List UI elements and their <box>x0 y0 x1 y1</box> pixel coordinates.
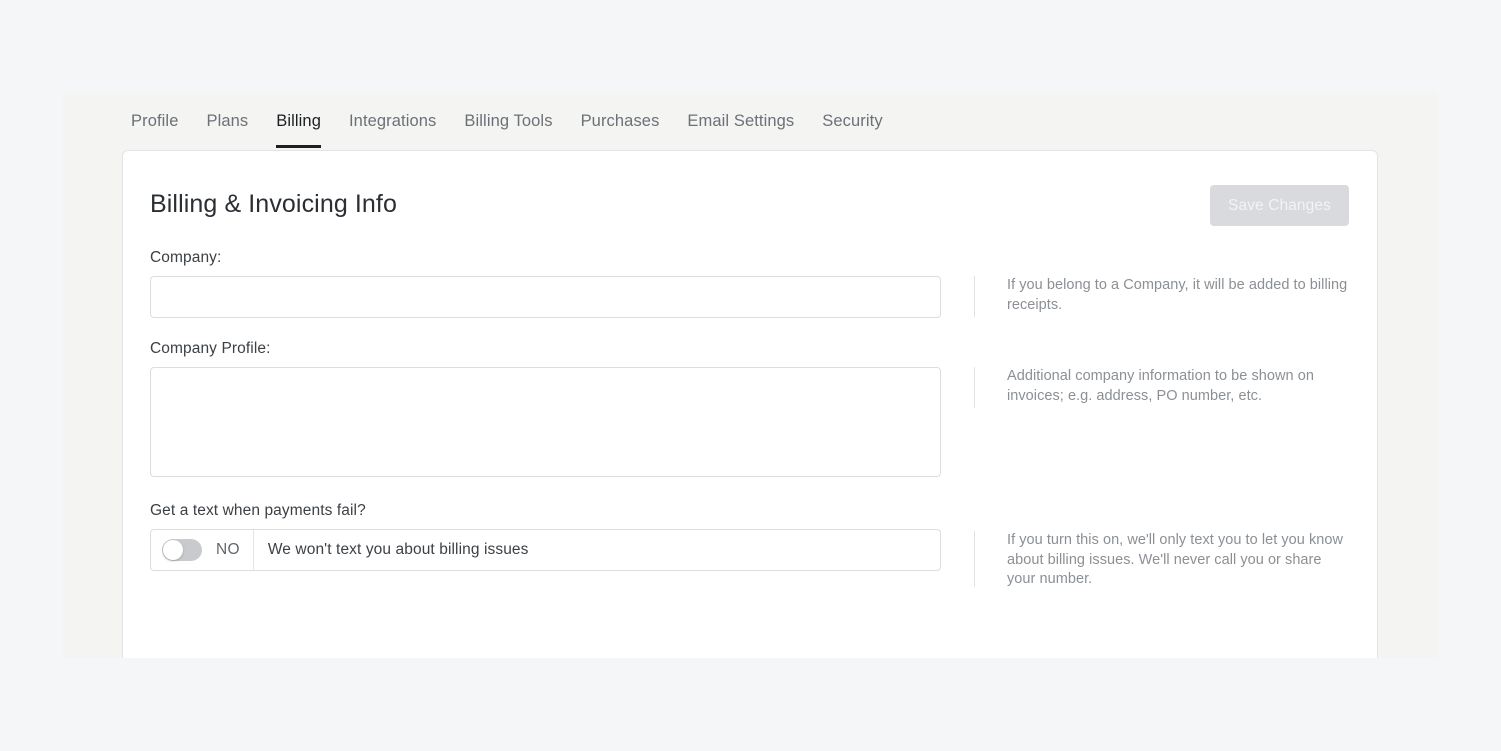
company-profile-label: Company Profile: <box>150 340 271 357</box>
sms-alerts-message: We won't text you about billing issues <box>267 541 529 558</box>
sms-alerts-help-text: If you turn this on, we'll only text you… <box>1007 532 1344 587</box>
tab-billing-tools[interactable]: Billing Tools <box>464 92 552 148</box>
help-divider <box>974 367 975 408</box>
tab-security[interactable]: Security <box>822 92 882 148</box>
company-profile-field-left: Company Profile: <box>150 340 942 477</box>
sms-alerts-toggle[interactable]: NO <box>151 530 254 570</box>
company-profile-field-block: Company Profile: Additional company info… <box>150 340 1349 477</box>
help-divider <box>974 531 975 587</box>
company-input[interactable] <box>150 276 941 318</box>
tab-billing[interactable]: Billing <box>276 92 321 148</box>
company-profile-textarea[interactable] <box>150 367 941 477</box>
page-title: Billing & Invoicing Info <box>150 190 397 218</box>
sms-alerts-toggle-state: NO <box>216 541 240 558</box>
billing-settings-card: Billing & Invoicing Info Save Changes Co… <box>122 150 1378 658</box>
sms-alerts-label: Get a text when payments fail? <box>150 502 366 519</box>
company-profile-help-area: Additional company information to be sho… <box>942 340 1349 408</box>
company-field-left: Company: <box>150 249 942 318</box>
card-header: Billing & Invoicing Info Save Changes <box>150 185 1349 243</box>
company-help-area: If you belong to a Company, it will be a… <box>942 249 1349 317</box>
company-profile-help-text: Additional company information to be sho… <box>1007 368 1314 404</box>
help-divider <box>974 276 975 317</box>
card-content: Billing & Invoicing Info Save Changes Co… <box>123 151 1377 658</box>
tab-plans[interactable]: Plans <box>206 92 248 148</box>
tab-integrations[interactable]: Integrations <box>349 92 436 148</box>
toggle-track-icon <box>162 539 202 561</box>
save-changes-button[interactable]: Save Changes <box>1210 185 1349 226</box>
settings-tab-bar: Profile Plans Billing Integrations Billi… <box>63 92 1438 150</box>
toggle-knob-icon <box>163 540 183 560</box>
company-help-text: If you belong to a Company, it will be a… <box>1007 277 1348 313</box>
sms-alerts-help-area: If you turn this on, we'll only text you… <box>942 502 1349 590</box>
company-field-block: Company: If you belong to a Company, it … <box>150 249 1349 318</box>
tab-email-settings[interactable]: Email Settings <box>687 92 794 148</box>
sms-alerts-row: NO We won't text you about billing issue… <box>150 529 941 571</box>
sms-alerts-field-block: Get a text when payments fail? NO We won… <box>150 502 1349 590</box>
sms-alerts-field-left: Get a text when payments fail? NO We won… <box>150 502 942 571</box>
tab-purchases[interactable]: Purchases <box>581 92 660 148</box>
settings-shell: Profile Plans Billing Integrations Billi… <box>63 92 1438 658</box>
company-label: Company: <box>150 249 222 266</box>
tab-profile[interactable]: Profile <box>131 92 178 148</box>
